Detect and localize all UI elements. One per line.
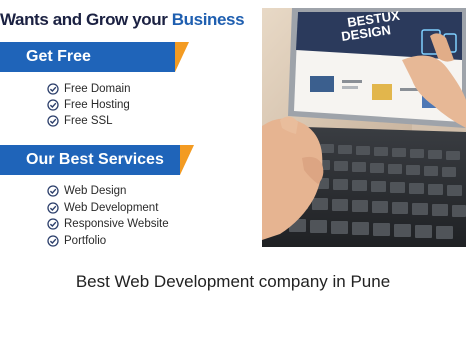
laptop-illustration: BESTUX DESIGN [262,8,466,247]
list-item: Free SSL [47,113,130,129]
list-item: Web Design [47,183,169,200]
check-circle-icon [47,218,59,230]
promo-banner-image[interactable]: Wants and Grow your Business Get Free Fr… [0,0,466,247]
list-item: Web Development [47,200,169,217]
card-caption[interactable]: Best Web Development company in Pune [0,272,466,292]
services-heading: Our Best Services [0,145,194,175]
product-card[interactable]: Wants and Grow your Business Get Free Fr… [0,0,466,354]
check-circle-icon [47,235,59,247]
headline-text: Wants and Grow your [0,10,172,29]
headline-highlight: Business [171,10,245,29]
banner-headline: Wants and Grow your Business [0,10,262,30]
check-circle-icon [47,115,59,127]
services-list: Web Design Web Development Responsive We… [47,183,169,247]
get-free-heading: Get Free [0,42,189,72]
laptop-photo: BESTUX DESIGN [262,8,466,247]
list-item: Responsive Website [47,216,169,233]
list-item: Free Domain [47,81,130,97]
free-features-list: Free Domain Free Hosting Free SSL [47,81,130,129]
list-item: Portfolio [47,233,169,248]
list-item: Free Hosting [47,97,130,113]
check-circle-icon [47,83,59,95]
check-circle-icon [47,99,59,111]
check-circle-icon [47,202,59,214]
check-circle-icon [47,185,59,197]
